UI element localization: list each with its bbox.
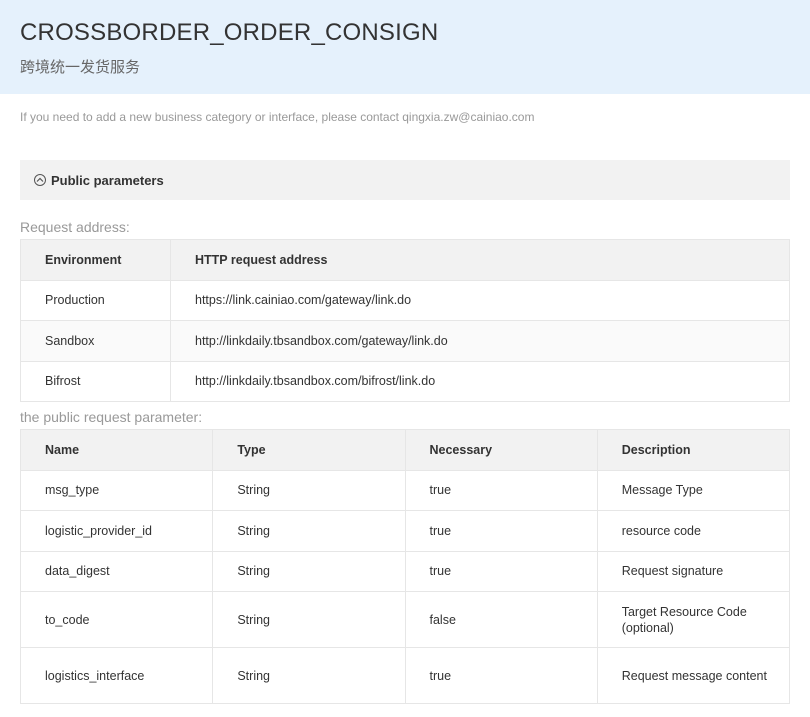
table-row: data_digest String true Request signatur… (19, 550, 791, 592)
column-header: HTTP request address (170, 239, 790, 281)
request-address-caption: Request address: (20, 219, 130, 235)
page-header: CROSSBORDER_ORDER_CONSIGN 跨境统一发货服务 (0, 0, 810, 94)
table-cell: true (404, 510, 598, 552)
table-cell: String (212, 550, 406, 592)
table-cell: Message Type (596, 469, 791, 511)
table-cell: resource code (596, 510, 791, 552)
table-cell: true (404, 550, 598, 592)
table-row: to_code String false Target Resource Cod… (19, 591, 791, 648)
table-row: Sandbox http://linkdaily.tbsandbox.com/g… (20, 320, 790, 362)
table-cell: to_code (19, 591, 214, 648)
table-cell: logistics_interface (19, 647, 214, 704)
table-cell: https://link.cainiao.com/gateway/link.do (170, 279, 790, 321)
table-cell: msg_type (19, 469, 214, 511)
table-cell: Sandbox (20, 320, 171, 362)
column-header: Necessary (404, 429, 598, 471)
table-row: logistic_provider_id String true resourc… (19, 510, 791, 552)
page-subtitle: 跨境统一发货服务 (20, 58, 141, 76)
table-cell: true (404, 469, 598, 511)
table-cell: data_digest (19, 550, 214, 592)
table-row: logistics_interface String true Request … (19, 647, 791, 704)
column-header: Environment (20, 239, 171, 281)
column-header: Name (19, 429, 214, 471)
table-cell: logistic_provider_id (19, 510, 214, 552)
table-cell: Request signature (596, 550, 791, 592)
table-cell: Request message content (596, 647, 791, 704)
table-header-row: Name Type Necessary Description (19, 429, 791, 471)
table-row: Production https://link.cainiao.com/gate… (20, 279, 790, 321)
table-cell: false (404, 591, 598, 648)
table-cell: String (212, 647, 406, 704)
table-cell: String (212, 591, 406, 648)
column-header: Description (596, 429, 791, 471)
table-row: Bifrost http://linkdaily.tbsandbox.com/b… (20, 360, 790, 402)
table-cell: Target Resource Code (optional) (596, 591, 791, 648)
table-cell: http://linkdaily.tbsandbox.com/gateway/l… (170, 320, 790, 362)
table-cell: http://linkdaily.tbsandbox.com/bifrost/l… (170, 360, 790, 402)
contact-notice: If you need to add a new business catego… (20, 110, 535, 124)
table-cell: String (212, 510, 406, 552)
public-params-caption: the public request parameter: (20, 409, 203, 425)
table-cell: Production (20, 279, 171, 321)
request-address-table: Environment HTTP request address Product… (20, 239, 790, 402)
public-params-table: Name Type Necessary Description msg_type… (19, 429, 791, 704)
table-cell: String (212, 469, 406, 511)
table-cell: Bifrost (20, 360, 171, 402)
table-header-row: Environment HTTP request address (20, 239, 790, 281)
section-label: Public parameters (51, 172, 164, 188)
table-row: msg_type String true Message Type (19, 469, 791, 511)
column-header: Type (212, 429, 406, 471)
chevron-up-circle-icon (34, 174, 46, 186)
page-title: CROSSBORDER_ORDER_CONSIGN (20, 19, 439, 46)
table-cell: true (404, 647, 598, 704)
public-parameters-toggle[interactable]: Public parameters (20, 160, 790, 200)
